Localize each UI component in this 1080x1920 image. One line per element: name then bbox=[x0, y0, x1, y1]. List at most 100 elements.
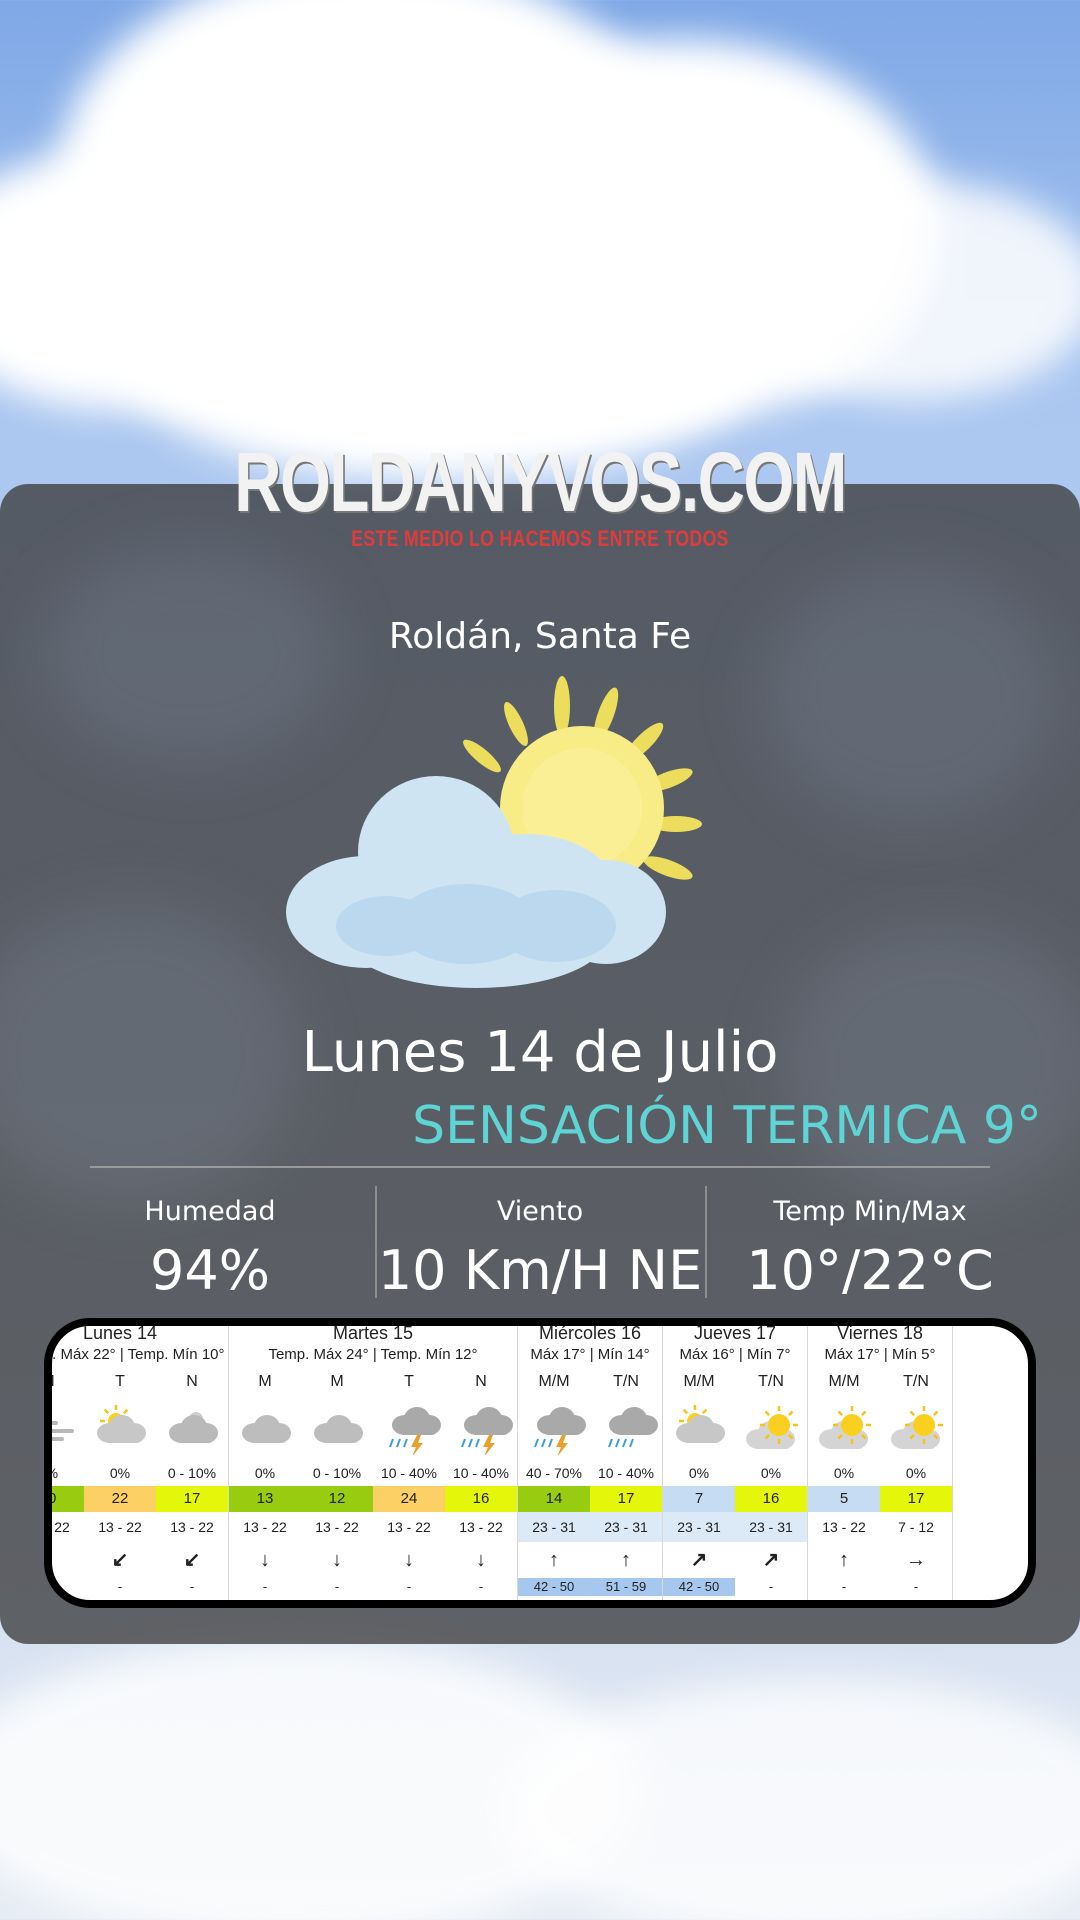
forecast-period: M/M 40 - 70% 14 23 - 31 ↑ 42 - 50 bbox=[518, 1366, 590, 1596]
sun-cloud-icon bbox=[746, 1406, 798, 1449]
temp-range-label: Temp Min/Max bbox=[773, 1196, 967, 1227]
wind-direction-icon: ↓ bbox=[44, 1549, 53, 1571]
period-temperature: 16 bbox=[735, 1486, 807, 1512]
forecast-day-temps: Máx 17° | Mín 14° bbox=[530, 1346, 650, 1363]
cloud-icon bbox=[242, 1415, 291, 1443]
period-label: M/M bbox=[538, 1373, 570, 1390]
forecast-day-name: Miércoles 16 bbox=[538, 1323, 642, 1343]
forecast-day: Lunes 14 Temp. Máx 22° | Temp. Mín 10° M 0%… bbox=[44, 1326, 229, 1600]
wind-value: 10 Km/H NE bbox=[377, 1239, 703, 1302]
period-icon bbox=[156, 1398, 228, 1456]
wind-range: 13 - 22 bbox=[315, 1519, 359, 1535]
wind-gust: - bbox=[117, 1579, 123, 1594]
forecast-period: T 10 - 40% 24 13 - 22 ↓ - bbox=[373, 1366, 445, 1596]
forecast-widget[interactable]: Lunes 14 Temp. Máx 22° | Temp. Mín 10° M 0%… bbox=[44, 1318, 1036, 1608]
wind-direction-icon: ↙ bbox=[111, 1549, 129, 1571]
period-label: M/M bbox=[683, 1373, 715, 1390]
forecast-day-temps: Máx 17° | Mín 5° bbox=[824, 1346, 936, 1363]
period-icon bbox=[808, 1398, 880, 1456]
rain-chance: 40 - 70% bbox=[525, 1465, 583, 1481]
wind-gust: - bbox=[913, 1579, 919, 1594]
wind-direction-icon: ↓ bbox=[476, 1549, 486, 1571]
wind-gust: - bbox=[262, 1579, 268, 1594]
forecast-period: M0%1013 - 22↓- bbox=[44, 1366, 84, 1596]
wind-range: 23 - 31 bbox=[590, 1512, 662, 1542]
wind-range: 23 - 31 bbox=[663, 1512, 735, 1542]
period-temperature: 14 bbox=[518, 1486, 590, 1512]
divider bbox=[90, 1166, 990, 1168]
logo-tagline: ESTE MEDIO LO HACEMOS ENTRE TODOS bbox=[351, 526, 729, 551]
period-label: T bbox=[404, 1373, 414, 1390]
location-label: Roldán, Santa Fe bbox=[388, 616, 692, 657]
period-temperature: 16 bbox=[445, 1486, 517, 1512]
cloud-icon bbox=[314, 1415, 363, 1443]
partly-cloudy-icon bbox=[676, 1405, 725, 1443]
wind-direction-icon: ↓ bbox=[332, 1549, 342, 1571]
period-label: M bbox=[52, 1366, 84, 1398]
period-label: T bbox=[115, 1373, 125, 1390]
wind-gust: 42 - 50 bbox=[663, 1578, 735, 1596]
storm-icon bbox=[534, 1407, 586, 1455]
forecast-period: T/N 10 - 40% 17 23 - 31 ↑ 51 - 59 bbox=[590, 1366, 662, 1596]
wind-direction-icon: ↓ bbox=[260, 1549, 270, 1571]
wind-direction-icon: ↙ bbox=[183, 1549, 201, 1571]
forecast-period: T 0% 22 13 - 22 ↙ - bbox=[84, 1366, 156, 1596]
period-label: M/M bbox=[828, 1373, 860, 1390]
wind-range: 13 - 22 bbox=[243, 1519, 287, 1535]
temp-range-stat: Temp Min/Max 10°/22°C bbox=[705, 1196, 1035, 1302]
sun-cloud-icon bbox=[891, 1406, 943, 1449]
wind-range: 23 - 31 bbox=[518, 1512, 590, 1542]
partly-sunny-icon bbox=[286, 676, 702, 988]
period-temperature: 22 bbox=[84, 1486, 156, 1512]
forecast-day-temps: Temp. Máx 22° | Temp. Mín 10° bbox=[44, 1346, 225, 1363]
period-temperature: 12 bbox=[301, 1486, 373, 1512]
brand-logo: ROLDANYVOS.COM ESTE MEDIO LO HACEMOS ENT… bbox=[0, 440, 1080, 552]
period-icon bbox=[301, 1398, 373, 1456]
forecast-day-name: Viernes 18 bbox=[837, 1323, 923, 1343]
wind-gust: 51 - 59 bbox=[590, 1578, 662, 1596]
temp-range-value: 10°/22°C bbox=[746, 1239, 994, 1302]
forecast-days: Lunes 14 Temp. Máx 22° | Temp. Mín 10° M 0%… bbox=[44, 1323, 953, 1600]
period-icon bbox=[52, 1398, 84, 1456]
period-icon bbox=[880, 1398, 952, 1456]
forecast-day-temps: Temp. Máx 24° | Temp. Mín 12° bbox=[268, 1346, 478, 1363]
cloud-night-icon bbox=[169, 1412, 218, 1443]
wind-range: 7 - 12 bbox=[898, 1519, 934, 1535]
forecast-day: Martes 15 Temp. Máx 24° | Temp. Mín 12° M 0… bbox=[229, 1326, 518, 1600]
period-temperature: 13 bbox=[229, 1486, 301, 1512]
forecast-day: Jueves 17 Máx 16° | Mín 7° M/M 0% 7 23 - 31 ↗ 4… bbox=[663, 1326, 808, 1600]
storm-icon bbox=[461, 1407, 513, 1455]
logo-title: ROLDANYVOS.COM bbox=[234, 435, 847, 529]
fog-icon bbox=[52, 1421, 74, 1441]
wind-direction-icon: ↑ bbox=[621, 1549, 631, 1571]
period-temperature: 10 bbox=[52, 1486, 84, 1512]
wind-gust: 42 - 50 bbox=[518, 1578, 590, 1596]
wind-direction-icon: ↓ bbox=[404, 1549, 414, 1571]
wind-gust: - bbox=[406, 1579, 412, 1594]
period-temperature: 17 bbox=[880, 1486, 952, 1512]
period-temperature: 5 bbox=[808, 1486, 880, 1512]
forecast-period: M/M 0% 5 13 - 22 ↑ - bbox=[808, 1366, 880, 1596]
forecast-period: T/N 0% 17 7 - 12 → - bbox=[880, 1366, 952, 1596]
rain-chance: 0% bbox=[109, 1465, 131, 1481]
period-label: N bbox=[475, 1373, 487, 1390]
humidity-stat: Humedad 94% bbox=[40, 1196, 380, 1302]
period-temperature: 17 bbox=[590, 1486, 662, 1512]
wind-range: 13 - 22 bbox=[45, 1519, 70, 1535]
forecast-day: Miércoles 16 Máx 17° | Mín 14° M/M 40 - 70%… bbox=[518, 1323, 663, 1600]
forecast-period: T/N 0% 16 23 - 31 ↗ - bbox=[735, 1366, 807, 1596]
wind-direction-icon: ↑ bbox=[549, 1549, 559, 1571]
wind-range: 23 - 31 bbox=[735, 1512, 807, 1542]
period-icon bbox=[373, 1398, 445, 1456]
rain-chance: 0 - 10% bbox=[312, 1465, 362, 1481]
period-temperature: 17 bbox=[156, 1486, 228, 1512]
wind-gust: - bbox=[189, 1579, 195, 1594]
rain-chance: 0 - 10% bbox=[167, 1465, 217, 1481]
humidity-label: Humedad bbox=[144, 1196, 276, 1227]
forecast-day: Viernes 18 Máx 17° | Mín 5° M/M 0% 5 13 - 22 ↑… bbox=[808, 1323, 953, 1600]
period-icon bbox=[445, 1398, 517, 1456]
partly-cloudy-icon bbox=[97, 1405, 146, 1443]
rain-chance: 10 - 40% bbox=[452, 1465, 510, 1481]
period-label: M bbox=[330, 1373, 344, 1390]
wind-label: Viento bbox=[496, 1196, 584, 1227]
